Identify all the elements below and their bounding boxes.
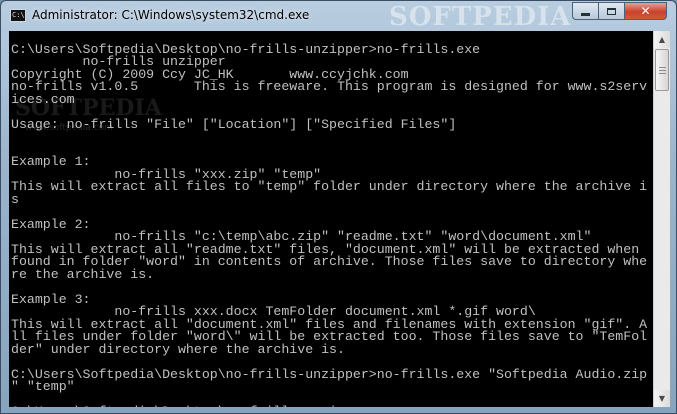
vertical-scrollbar[interactable]: ▲ ▼	[653, 31, 670, 407]
window-title: Administrator: C:\Windows\system32\cmd.e…	[32, 8, 310, 22]
title-bar[interactable]: C:\ Administrator: C:\Windows\system32\c…	[1, 1, 676, 32]
thumb-grip-line	[659, 67, 666, 68]
arrow-down-icon: ▼	[658, 394, 666, 403]
caption-buttons: ✕	[572, 2, 667, 21]
cmd-window: C:\ Administrator: C:\Windows\system32\c…	[0, 0, 677, 414]
arrow-up-icon: ▲	[658, 35, 666, 44]
close-icon: ✕	[640, 4, 651, 18]
scroll-thumb[interactable]	[655, 49, 669, 91]
thumb-grip-line	[659, 70, 666, 71]
scroll-up-button[interactable]: ▲	[654, 31, 670, 48]
console-watermark: SOFTPEDIA	[15, 95, 162, 121]
scroll-down-button[interactable]: ▼	[654, 390, 670, 407]
console-text: C:\Users\Softpedia\Desktop\no-frills-unz…	[11, 41, 648, 407]
thumb-grip-line	[659, 73, 666, 74]
minimize-icon	[581, 12, 590, 16]
console-watermark-url: www.softpedia.com	[25, 123, 113, 133]
cmd-icon[interactable]: C:\	[10, 9, 26, 22]
minimize-button[interactable]	[572, 2, 598, 20]
maximize-icon	[607, 7, 616, 15]
maximize-button[interactable]	[598, 2, 624, 20]
close-button[interactable]: ✕	[624, 2, 667, 20]
console-output[interactable]: C:\Users\Softpedia\Desktop\no-frills-unz…	[9, 31, 653, 407]
softpedia-watermark: SOFTPEDIA	[389, 2, 572, 32]
